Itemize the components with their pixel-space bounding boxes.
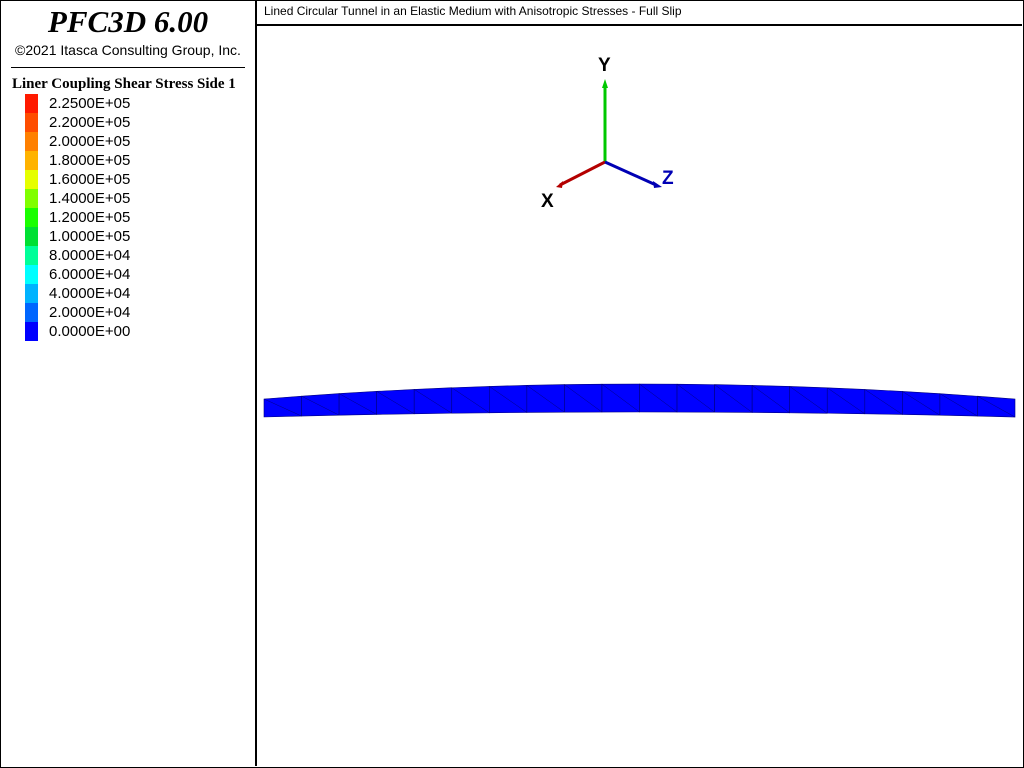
legend-label: 2.0000E+05 [49,133,131,150]
legend-swatch [25,227,38,246]
x-axis-arrowhead [556,181,563,188]
liner-element [301,393,340,417]
legend-label: 1.8000E+05 [49,152,131,169]
plot-header: Lined Circular Tunnel in an Elastic Medi… [257,1,1022,26]
legend-swatch [25,246,38,265]
legend-panel: PFC3D 6.00 ©2021 Itasca Consulting Group… [1,1,257,766]
model-viewport[interactable]: Y X Z [257,26,1022,766]
legend-label: 6.0000E+04 [49,266,131,283]
legend-swatch [25,113,38,132]
legend-title: Liner Coupling Shear Stress Side 1 [12,76,236,92]
legend-swatch [25,189,38,208]
z-axis-arrowhead [653,181,662,188]
x-axis-label: X [541,191,554,212]
axis-triad: Y X Z [541,55,674,212]
legend-swatch [25,322,38,341]
y-axis-label: Y [598,55,611,76]
legend-label: 2.2500E+05 [49,95,131,112]
liner-element [263,395,302,418]
legend-label: 0.0000E+00 [49,323,131,340]
legend-label: 1.6000E+05 [49,171,131,188]
liner-mesh [263,383,1016,418]
legend-label: 2.2000E+05 [49,114,131,131]
legend-divider [11,67,245,68]
z-axis-label: Z [662,168,674,189]
z-axis-line [604,160,657,187]
copyright-text: ©2021 Itasca Consulting Group, Inc. [15,42,241,58]
legend-label: 1.2000E+05 [49,209,131,226]
legend-label: 4.0000E+04 [49,285,131,302]
legend-swatch [25,94,38,113]
x-axis-line [559,160,606,187]
legend-swatch [25,151,38,170]
legend-swatch [25,132,38,151]
legend-swatch [25,284,38,303]
legend-label: 1.4000E+05 [49,190,131,207]
legend-swatch [25,265,38,284]
y-axis-arrowhead [602,79,608,88]
legend-swatch [25,303,38,322]
model-canvas[interactable]: Y X Z [257,26,1022,766]
liner-element [338,391,377,416]
legend-label: 8.0000E+04 [49,247,131,264]
plot-title: Lined Circular Tunnel in an Elastic Medi… [264,4,682,18]
app-title: PFC3D 6.00 [47,4,209,39]
legend-swatch [25,170,38,189]
legend-swatch [25,208,38,227]
legend-label: 2.0000E+04 [49,304,131,321]
legend-label: 1.0000E+05 [49,228,131,245]
